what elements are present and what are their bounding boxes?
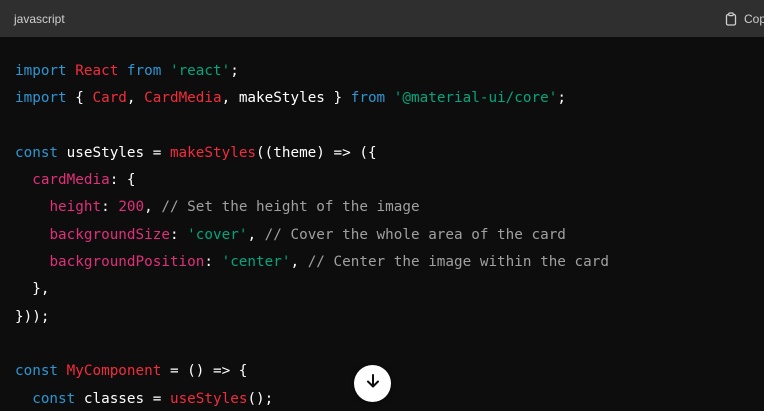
code-token: const bbox=[15, 363, 59, 380]
clipboard-icon bbox=[724, 11, 738, 26]
code-token: })); bbox=[15, 308, 50, 325]
code-token: : bbox=[169, 226, 188, 243]
code-token: from bbox=[350, 90, 386, 107]
code-token: : bbox=[101, 199, 119, 216]
code-token: '@material-ui/core' bbox=[393, 90, 558, 107]
code-token: 'react' bbox=[169, 63, 231, 79]
code-token: ) => ({ bbox=[316, 144, 377, 161]
code-line: backgroundSize: 'cover', // Cover the wh… bbox=[15, 222, 764, 249]
code-token: const bbox=[15, 144, 59, 161]
code-token: : { bbox=[109, 172, 136, 189]
code-line: import React from 'react'; bbox=[15, 58, 764, 85]
code-token: }, bbox=[15, 281, 50, 298]
code-line: const useStyles = makeStyles((theme) => … bbox=[15, 140, 764, 167]
code-token: Card bbox=[92, 90, 127, 107]
code-token: const bbox=[32, 390, 76, 407]
code-token: React bbox=[75, 63, 119, 79]
code-token: cardMedia bbox=[32, 172, 110, 189]
code-token: classes bbox=[83, 390, 145, 407]
code-token: (( bbox=[256, 144, 274, 161]
code-token: backgroundSize bbox=[49, 226, 170, 243]
code-token: import bbox=[15, 63, 67, 79]
code-token: 'center' bbox=[221, 254, 291, 271]
code-line: })); bbox=[15, 304, 764, 331]
code-token: (); bbox=[247, 390, 274, 407]
code-line: import { Card, CardMedia, makeStyles } f… bbox=[15, 85, 764, 112]
copy-label: Copy bbox=[743, 11, 764, 26]
code-token: = bbox=[144, 390, 170, 407]
code-token: 'cover' bbox=[187, 226, 248, 243]
code-token: , bbox=[221, 90, 239, 107]
code-token: MyComponent bbox=[66, 363, 162, 380]
arrow-down-icon bbox=[364, 372, 382, 395]
language-label: javascript bbox=[14, 11, 65, 26]
code-token: : bbox=[204, 254, 222, 271]
code-token: , bbox=[126, 90, 145, 107]
code-token: = bbox=[144, 144, 170, 161]
code-line: cardMedia: { bbox=[15, 167, 764, 194]
code-token: ; bbox=[230, 63, 239, 79]
code-token: { bbox=[66, 90, 93, 107]
code-token: useStyles bbox=[66, 144, 145, 161]
code-token: CardMedia bbox=[144, 90, 222, 107]
copy-code-button[interactable]: Copy bbox=[724, 0, 764, 37]
code-token: theme bbox=[273, 144, 317, 161]
code-token: useStyles bbox=[169, 390, 248, 407]
code-token: height bbox=[49, 199, 102, 216]
code-token: makeStyles bbox=[238, 90, 325, 107]
code-token: // Set the height of the image bbox=[161, 199, 420, 216]
scroll-to-bottom-button[interactable] bbox=[354, 365, 391, 402]
code-token: import bbox=[15, 90, 67, 107]
code-token: 200 bbox=[118, 199, 145, 216]
code-token: , bbox=[247, 226, 265, 243]
code-token: , bbox=[144, 199, 162, 216]
code-block-header: javascript Copy bbox=[0, 0, 764, 37]
code-line: height: 200, // Set the height of the im… bbox=[15, 194, 764, 221]
code-token: // Cover the whole area of the card bbox=[264, 226, 566, 243]
code-token: backgroundPosition bbox=[49, 254, 205, 271]
code-line: backgroundPosition: 'center', // Center … bbox=[15, 249, 764, 276]
code-token: } bbox=[324, 90, 351, 107]
code-token: , bbox=[290, 254, 308, 271]
code-token: from bbox=[126, 63, 162, 79]
code-token: = () => { bbox=[161, 363, 248, 380]
code-content[interactable]: import React from 'react'; import { Card,… bbox=[0, 37, 764, 411]
code-token: ; bbox=[557, 90, 566, 107]
code-line: }, bbox=[15, 276, 764, 303]
code-token: makeStyles bbox=[169, 144, 257, 161]
code-block: javascript Copy import React from 'react… bbox=[0, 0, 764, 411]
code-token: // Center the image within the card bbox=[307, 254, 609, 271]
